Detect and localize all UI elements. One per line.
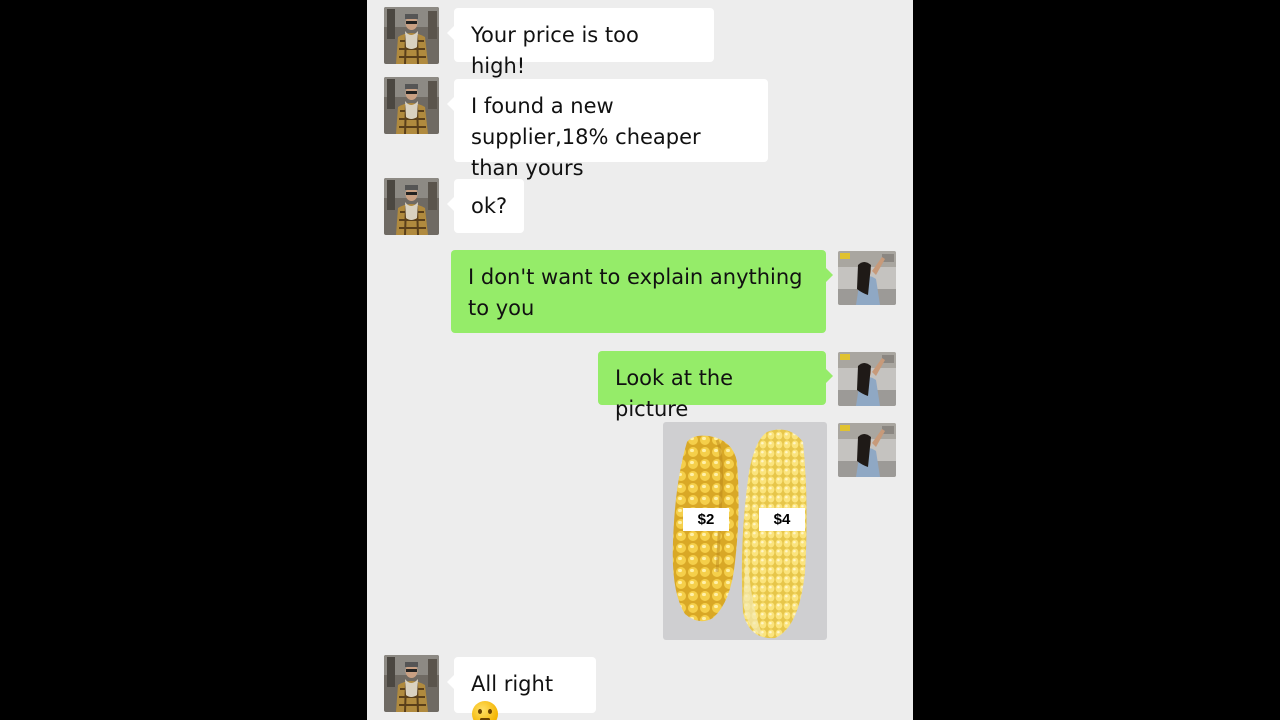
contact-avatar[interactable]: [384, 7, 439, 64]
message-text: I don't want to explain anything to you: [468, 265, 803, 320]
price-label-left: $2: [683, 508, 729, 531]
contact-avatar[interactable]: [384, 178, 439, 235]
user-avatar[interactable]: [838, 423, 896, 477]
price-label-right: $4: [759, 508, 805, 531]
outgoing-message-bubble[interactable]: Look at the picture: [598, 351, 833, 421]
corn-photo[interactable]: $2 $4: [663, 422, 827, 640]
message-text: All right: [471, 672, 554, 696]
outgoing-message-bubble[interactable]: I don't want to explain anything to you: [451, 250, 833, 333]
message-text: Look at the picture: [615, 366, 734, 421]
message-text: Your price is too high!: [471, 23, 639, 78]
message-text: I found a new supplier,18% cheaper than …: [471, 94, 701, 180]
user-avatar[interactable]: [838, 352, 896, 406]
chat-window: Your price is too high! I found a new su…: [367, 0, 913, 720]
corn-illustration: [672, 429, 807, 639]
incoming-message-bubble[interactable]: I found a new supplier,18% cheaper than …: [447, 79, 768, 180]
message-text: ok?: [471, 194, 508, 218]
thinking-face-icon: [472, 701, 498, 720]
incoming-message-bubble[interactable]: Your price is too high!: [447, 8, 714, 78]
incoming-message-bubble[interactable]: ok?: [447, 179, 524, 233]
contact-avatar[interactable]: [384, 655, 439, 712]
contact-avatar[interactable]: [384, 77, 439, 134]
incoming-message-bubble[interactable]: All right: [447, 657, 596, 720]
user-avatar[interactable]: [838, 251, 896, 305]
